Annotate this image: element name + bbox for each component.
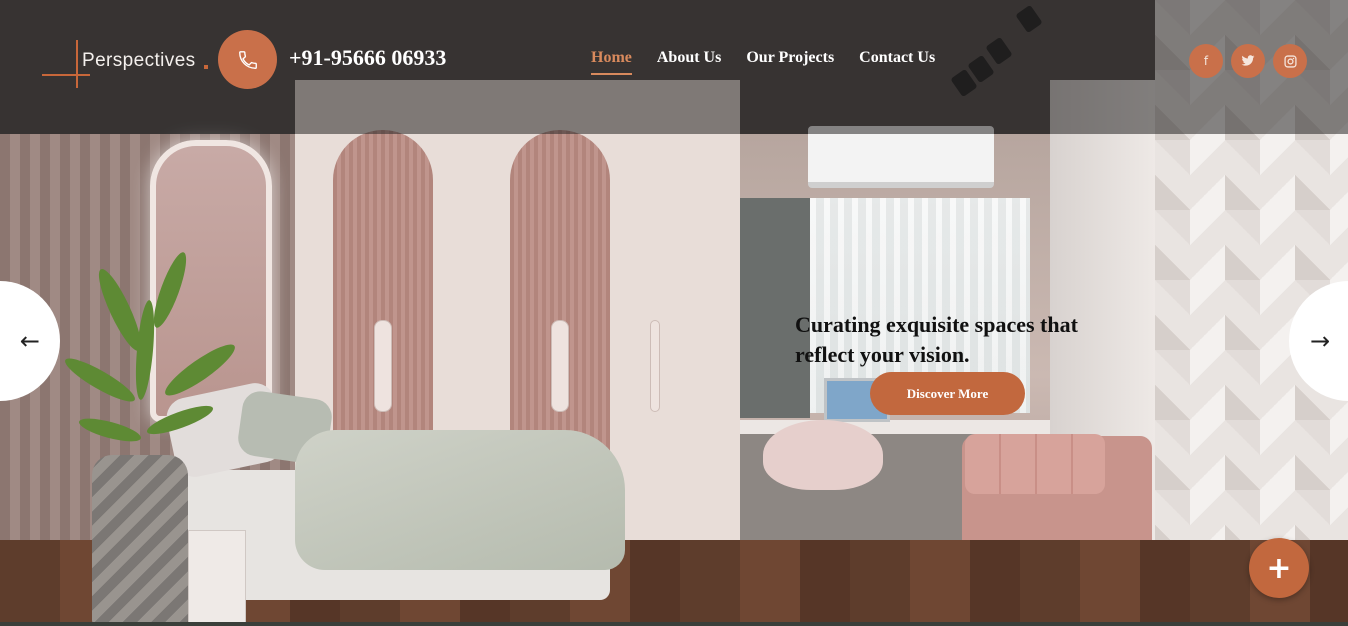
site-header: Perspectives +91-95666 06933 Home About … xyxy=(0,0,1348,134)
logo-mark xyxy=(42,74,90,76)
main-nav: Home About Us Our Projects Contact Us xyxy=(591,49,960,75)
arrow-right-icon: → xyxy=(1310,327,1331,355)
phone-button[interactable] xyxy=(218,30,277,89)
plus-icon: + xyxy=(1266,550,1292,586)
facebook-icon[interactable]: f xyxy=(1189,44,1223,78)
nav-contact-us[interactable]: Contact Us xyxy=(859,49,935,75)
geometric-vase xyxy=(92,455,188,626)
blanket xyxy=(295,430,625,570)
grey-curtain xyxy=(740,198,810,418)
logo-dot xyxy=(204,65,208,69)
phone-icon xyxy=(238,50,257,69)
discover-more-button[interactable]: Discover More xyxy=(870,372,1025,415)
air-conditioner xyxy=(808,126,994,188)
nav-home[interactable]: Home xyxy=(591,49,632,75)
desk-chair xyxy=(763,420,883,490)
twitter-bird-icon xyxy=(1241,55,1255,66)
arrow-left-icon: ← xyxy=(19,327,40,355)
wardrobe-handle xyxy=(650,320,660,412)
nav-about-us[interactable]: About Us xyxy=(657,49,721,75)
sofa-back xyxy=(965,434,1105,494)
nightstand xyxy=(188,530,246,626)
nav-our-projects[interactable]: Our Projects xyxy=(746,49,834,75)
wardrobe-handle xyxy=(551,320,569,412)
twitter-icon[interactable] xyxy=(1231,44,1265,78)
potted-plant xyxy=(65,252,235,442)
instagram-glyph-icon xyxy=(1283,54,1297,68)
brand-logo[interactable]: Perspectives xyxy=(42,40,232,90)
phone-number[interactable]: +91-95666 06933 xyxy=(289,45,446,71)
hero-headline: Curating exquisite spaces that reflect y… xyxy=(795,311,1078,367)
floating-action-button[interactable]: + xyxy=(1249,538,1309,598)
bottom-border xyxy=(0,622,1348,626)
instagram-icon[interactable] xyxy=(1273,44,1307,78)
brand-name: Perspectives xyxy=(82,50,196,71)
wardrobe-handle xyxy=(374,320,392,412)
logo-mark xyxy=(76,40,78,88)
